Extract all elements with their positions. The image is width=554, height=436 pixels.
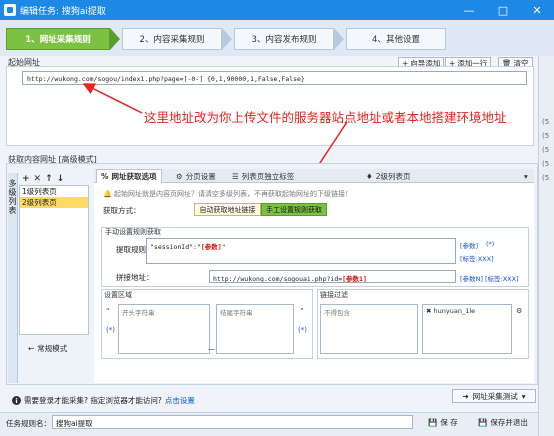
normal-mode-label: 常规模式 bbox=[37, 344, 68, 353]
chevron-down-icon: ▾ bbox=[521, 391, 526, 401]
hint-text: 🔔 起始网址就是内容页网址？请清空多级列表，不再获取起始网址的下级链接！ bbox=[103, 189, 352, 199]
gear-icon[interactable]: ⚙ bbox=[516, 307, 522, 315]
background-window-edge: (5 (5 (5 (5 (5 bbox=[538, 20, 554, 436]
task-name-label: 任务规则名： bbox=[6, 419, 51, 428]
sample-url-input[interactable]: http://wukong.com/sogouai.php?id=[参数1] bbox=[209, 270, 456, 283]
url-collect-test-button[interactable]: ➜ 网址采集测试 ▾ bbox=[452, 389, 536, 403]
info-icon: i bbox=[12, 396, 21, 405]
save-icon: 💾 bbox=[478, 417, 488, 427]
delete-icon[interactable]: ✕ bbox=[34, 174, 42, 184]
start-url-input[interactable]: http://wukong.com/sogou/index1.php?page=… bbox=[22, 71, 527, 85]
range-end-input[interactable]: 结尾字符串 bbox=[216, 304, 294, 354]
tabs-dropdown-icon[interactable]: ▾ bbox=[520, 169, 532, 183]
arrow-down-icon[interactable]: ↓ bbox=[57, 174, 65, 184]
level-toolbar: + ✕ ↑ ↓ bbox=[19, 173, 89, 185]
save-label: 保 存 bbox=[440, 417, 458, 427]
range-end-star[interactable]: (*) bbox=[298, 326, 307, 334]
rule-input[interactable]: "sessionId":"[参数]" bbox=[146, 238, 456, 264]
rule-param: [参数] bbox=[200, 243, 222, 251]
bell-icon: 🔔 bbox=[103, 190, 112, 198]
sample-param: [参数1] bbox=[342, 275, 367, 283]
tab-label: 分页设置 bbox=[185, 171, 216, 181]
minimize-button[interactable]: — bbox=[452, 0, 486, 20]
list-item-level-2[interactable]: 2级列表页 bbox=[20, 197, 88, 208]
plus-icon[interactable]: + bbox=[22, 174, 30, 184]
task-name-input[interactable]: 搜狗ai提取 bbox=[52, 415, 413, 429]
step-arrow bbox=[222, 28, 232, 50]
wizard-steps: 1、网址采集规则 2、内容采集规则 3、内容发布规则 4、其他设置 bbox=[0, 20, 554, 56]
login-hint-text: 需要登录才能采集? 指定浏览器才能访问? bbox=[24, 396, 162, 405]
login-hint: i 需要登录才能采集? 指定浏览器才能访问? 点击设置 bbox=[12, 395, 195, 406]
save-button[interactable]: 💾 保 存 bbox=[428, 415, 458, 429]
range-title: 设置区域 bbox=[104, 291, 132, 299]
edge-text: (5 bbox=[542, 118, 550, 126]
window-title: 编辑任务: 搜狗ai提取 bbox=[20, 6, 106, 17]
level-list: 1级列表页 2级列表页 bbox=[19, 185, 89, 335]
sample-label: 拼接地址： bbox=[116, 273, 154, 282]
range-start-star[interactable]: (*) bbox=[106, 326, 115, 334]
arrow-up-icon[interactable]: ↑ bbox=[45, 174, 53, 184]
arrow-left-icon: ← bbox=[28, 344, 35, 353]
manual-group-title: 手动设置规则获取 bbox=[105, 228, 161, 236]
range-start-input[interactable]: 开头字符串 bbox=[118, 304, 210, 354]
edge-text: (5 bbox=[542, 146, 550, 154]
filter-exclude-input[interactable]: 不得包含 bbox=[320, 304, 418, 354]
save-exit-button[interactable]: 💾 保存并退出 bbox=[478, 415, 528, 429]
label-link[interactable]: [标签:XXX] bbox=[460, 253, 494, 263]
filter-include-value: hunyuan_1le bbox=[433, 307, 476, 315]
gear-icon: ⚙ bbox=[176, 171, 183, 181]
tab-pagination[interactable]: ⚙ 分页设置 bbox=[172, 169, 220, 183]
range-end-token: ” bbox=[300, 307, 304, 315]
list-item-level-1[interactable]: 1级列表页 bbox=[20, 186, 88, 197]
auto-fetch-button[interactable]: 自动获取地址链接 bbox=[194, 203, 261, 216]
save-exit-label: 保存并退出 bbox=[490, 417, 528, 427]
sample-links[interactable]: [参数N] [标签:XXX] bbox=[460, 273, 519, 283]
param-star-link[interactable]: (*) bbox=[486, 240, 494, 248]
step-url-rules[interactable]: 1、网址采集规则 bbox=[6, 28, 110, 50]
rule-suffix: " bbox=[221, 243, 226, 251]
edge-text: (5 bbox=[542, 174, 550, 182]
manual-rule-button[interactable]: 手工设置规则获取 bbox=[261, 203, 327, 216]
pin-icon: ♦ bbox=[366, 171, 373, 181]
list-icon: ☰ bbox=[232, 171, 239, 181]
edge-text: (5 bbox=[542, 132, 550, 140]
close-button[interactable]: ✕ bbox=[520, 0, 554, 20]
step-arrow bbox=[334, 28, 344, 50]
arrow-right-icon: ➜ bbox=[462, 391, 469, 401]
delete-icon[interactable]: ✖ bbox=[426, 307, 431, 315]
filter-include-input[interactable]: ✖ hunyuan_1le bbox=[422, 304, 512, 354]
maximize-button[interactable]: □ bbox=[486, 0, 520, 20]
hint-label: 起始网址就是内容页网址？请清空多级列表，不再获取起始网址的下级链接！ bbox=[113, 190, 352, 198]
tab-label: 2级列表页 bbox=[375, 171, 411, 181]
test-button-label: 网址采集测试 bbox=[472, 391, 518, 401]
login-settings-link[interactable]: 点击设置 bbox=[165, 395, 195, 406]
save-icon: 💾 bbox=[428, 417, 438, 427]
annotation-text: 这里地址改为你上传文件的服务器站点地址或者本地搭建环境地址 bbox=[144, 110, 507, 125]
sample-prefix: http://wukong.com/sogouai.php?id= bbox=[213, 275, 343, 283]
step-content-rules[interactable]: 2、内容采集规则 bbox=[122, 28, 222, 50]
tab-label: 列表页独立标签 bbox=[241, 171, 295, 181]
tab-url-options[interactable]: % 网址获取选项 bbox=[96, 169, 162, 183]
tab-label: 网址获取选项 bbox=[111, 172, 157, 181]
step-other-settings[interactable]: 4、其他设置 bbox=[346, 28, 446, 50]
edge-text: (5 bbox=[542, 160, 550, 168]
app-icon bbox=[4, 4, 16, 16]
tab-level-2[interactable]: ♦ 2级列表页 bbox=[362, 169, 415, 183]
fetch-tabs: % 网址获取选项 ⚙ 分页设置 ☰ 列表页独立标签 ♦ 2级列表页 ▾ bbox=[94, 169, 534, 183]
link-icon: % bbox=[101, 172, 109, 181]
range-start-token: “ bbox=[106, 307, 110, 315]
tab-list-labels[interactable]: ☰ 列表页独立标签 bbox=[228, 169, 298, 183]
step-arrow bbox=[110, 28, 120, 50]
step-publish-rules[interactable]: 3、内容发布规则 bbox=[234, 28, 334, 50]
rule-prefix: "sessionId":" bbox=[150, 243, 201, 251]
param-link[interactable]: [参数] bbox=[460, 240, 478, 250]
title-bar: 编辑任务: 搜狗ai提取 — □ ✕ bbox=[0, 0, 554, 20]
filter-title: 链接过滤 bbox=[320, 291, 348, 299]
method-label: 获取方式： bbox=[103, 206, 141, 215]
multi-level-tab[interactable]: 多级列表 bbox=[8, 173, 18, 383]
range-dash: — bbox=[208, 345, 215, 353]
normal-mode-button[interactable]: ← 常规模式 bbox=[28, 342, 84, 355]
